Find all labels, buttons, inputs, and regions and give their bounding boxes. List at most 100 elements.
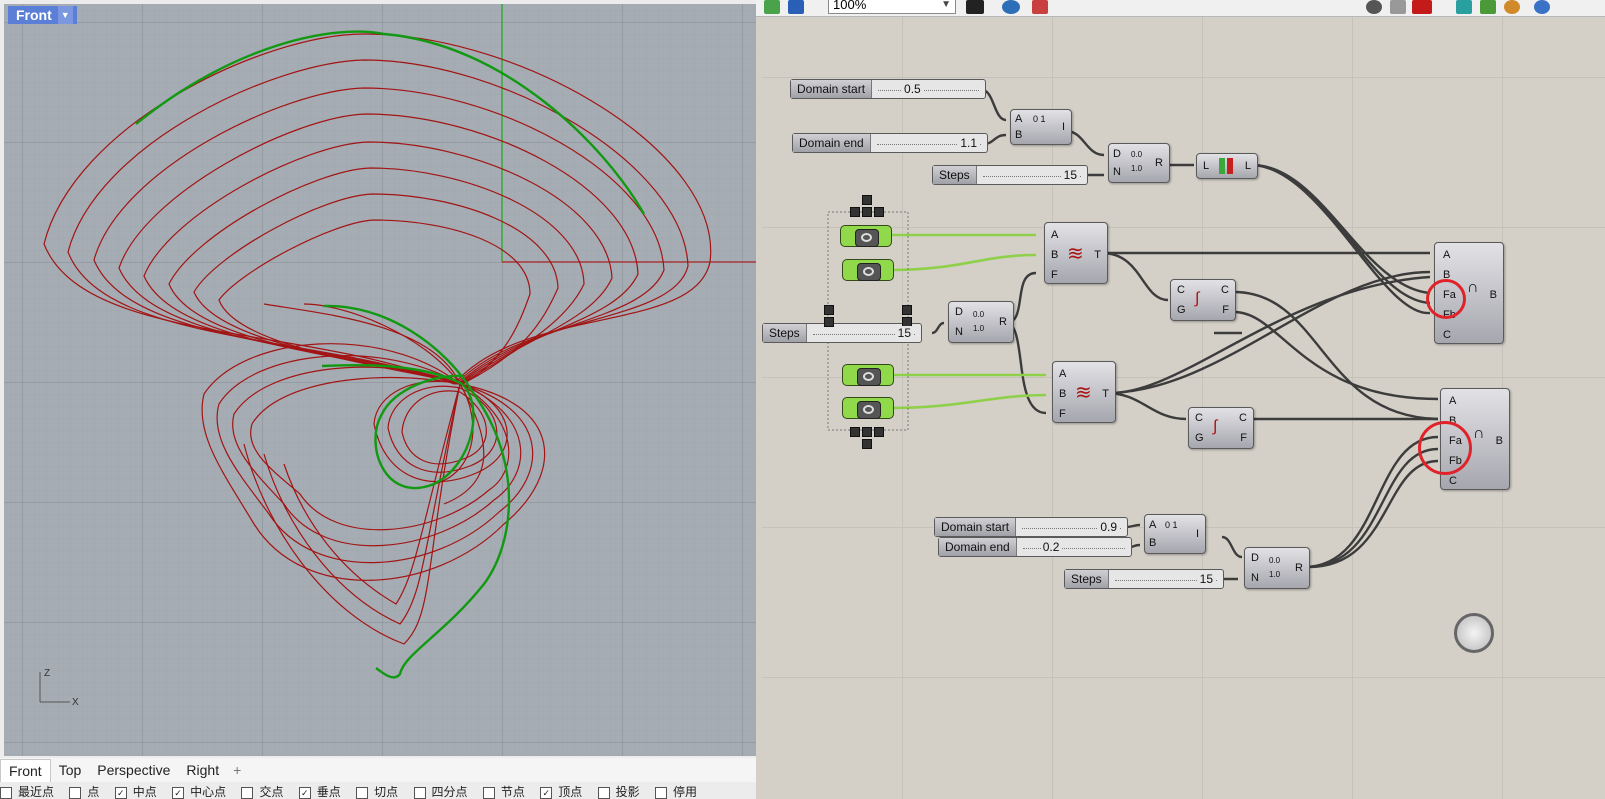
cluster-grip-icon[interactable] [850,207,860,217]
mesh-icon[interactable] [1456,0,1472,14]
open-icon[interactable] [764,0,780,14]
viewport-title-button[interactable]: Front ▼ [8,6,77,24]
port-c[interactable]: C [1239,412,1247,424]
port-c[interactable]: C [1177,284,1185,296]
tween-curve-node[interactable]: A B F ≋ T [1052,361,1116,423]
port-r[interactable]: R [1155,157,1163,169]
port-a[interactable]: A [1059,368,1066,380]
port-g[interactable]: G [1177,304,1186,316]
slider-track[interactable]: 1.1 [871,134,987,152]
osnap-item[interactable]: ✓ 垂点 [298,785,347,799]
port-a[interactable]: A [1051,229,1058,241]
port-c[interactable]: C [1449,475,1457,487]
grip-icon[interactable] [902,305,912,315]
checkbox-checked-icon[interactable]: ✓ [540,786,553,799]
slider-track[interactable]: 15 [1109,570,1223,588]
port-b-out[interactable]: B [1490,289,1497,301]
port-n[interactable]: N [1251,572,1259,584]
tab-perspective[interactable]: Perspective [89,759,178,781]
curve-frames-node[interactable]: C G ∫ C F [1188,407,1254,449]
slider-track[interactable]: 0.2 [1017,538,1131,556]
cloud-icon[interactable] [1366,0,1382,14]
save-icon[interactable] [788,0,804,14]
steps-slider[interactable]: Steps 15 [932,165,1088,185]
tab-right[interactable]: Right [178,759,227,781]
slider-track[interactable]: 15 [977,166,1087,184]
domain-end-slider[interactable]: Domain end 1.1 [792,133,988,153]
checkbox-checked-icon[interactable]: ✓ [114,786,127,799]
slider-track[interactable]: 0.5 [872,80,985,98]
chevron-down-icon[interactable]: ▼ [57,6,73,24]
port-d[interactable]: D [955,306,963,318]
material-icon[interactable] [1504,0,1520,14]
port-l[interactable]: L [1245,160,1251,172]
list-node[interactable]: L L [1196,153,1258,179]
cluster-node[interactable] [842,259,894,281]
cluster-grip-icon[interactable] [850,427,860,437]
osnap-item[interactable]: 投影 [597,785,646,799]
construct-domain-node[interactable]: A B 0 1 I [1144,514,1206,554]
port-b[interactable]: B [1051,249,1058,261]
port-f[interactable]: F [1240,432,1247,444]
port-r[interactable]: R [1295,562,1303,574]
osnap-item[interactable]: ✓ 中心点 [172,785,232,799]
port-f[interactable]: F [1222,304,1229,316]
gh-canvas[interactable]: Domain start 0.5 Domain end 1.1 Steps 15… [762,17,1605,799]
checkbox-icon[interactable] [0,786,12,799]
timer-icon[interactable] [1454,613,1494,653]
port-d[interactable]: D [1113,148,1121,160]
port-n[interactable]: N [955,326,963,338]
cluster-node[interactable] [842,364,894,386]
slider-track[interactable]: 0.9 [1016,518,1127,536]
port-g[interactable]: G [1195,432,1204,444]
range-node[interactable]: D N 0.0 1.0 R [948,301,1014,343]
sphere-icon[interactable] [1534,0,1550,14]
tab-front[interactable]: Front [0,758,51,782]
shaded-preview-icon[interactable] [1412,0,1432,14]
port-l[interactable]: L [1203,160,1209,172]
front-viewport[interactable]: Z X Front ▼ [4,4,756,756]
port-i[interactable]: I [1062,121,1065,133]
port-c[interactable]: C [1195,412,1203,424]
port-b[interactable]: B [1015,129,1022,141]
curve-frames-node[interactable]: C G ∫ C F [1170,279,1236,321]
range-node[interactable]: D N 0.0 1.0 R [1108,143,1170,183]
port-f[interactable]: F [1051,269,1058,281]
osnap-item[interactable]: 最近点 [0,785,60,799]
osnap-item[interactable]: ✓ 顶点 [540,785,588,799]
osnap-item[interactable]: 节点 [482,785,531,799]
cluster-grip-icon[interactable] [862,207,872,217]
zoom-select[interactable]: 100% ▼ [828,0,956,14]
cluster-node[interactable] [840,225,892,247]
port-t[interactable]: T [1102,388,1109,400]
checkbox-checked-icon[interactable]: ✓ [172,786,185,799]
osnap-item[interactable]: 四分点 [413,785,474,799]
cluster-grip-icon[interactable] [874,207,884,217]
domain-start-slider[interactable]: Domain start 0.5 [790,79,986,99]
steps-slider[interactable]: Steps 15 [762,323,922,343]
port-i[interactable]: I [1196,528,1199,540]
port-b[interactable]: B [1059,388,1066,400]
checkbox-icon[interactable] [482,786,495,799]
checkbox-icon[interactable] [69,786,82,799]
surface-icon[interactable] [1480,0,1496,14]
domain-start-slider[interactable]: Domain start 0.9 [934,517,1128,537]
preview-mode-icon[interactable] [966,0,984,14]
checkbox-icon[interactable] [654,786,667,799]
bake-icon[interactable] [1390,0,1406,14]
cluster-output-icon[interactable] [862,439,872,449]
cluster-grip-icon[interactable] [874,427,884,437]
port-a[interactable]: A [1149,519,1156,531]
osnap-item[interactable]: 交点 [241,785,289,799]
port-b[interactable]: B [1149,537,1156,549]
osnap-item[interactable]: 停用 [654,785,703,799]
checkbox-checked-icon[interactable]: ✓ [298,786,311,799]
sketch-icon[interactable] [1032,0,1048,14]
osnap-item[interactable]: 切点 [356,785,404,799]
port-c[interactable]: C [1443,329,1451,341]
port-a[interactable]: A [1449,395,1456,407]
port-a[interactable]: A [1443,249,1450,261]
port-d[interactable]: D [1251,552,1259,564]
grip-icon[interactable] [824,317,834,327]
osnap-item[interactable]: ✓ 中点 [114,785,163,799]
